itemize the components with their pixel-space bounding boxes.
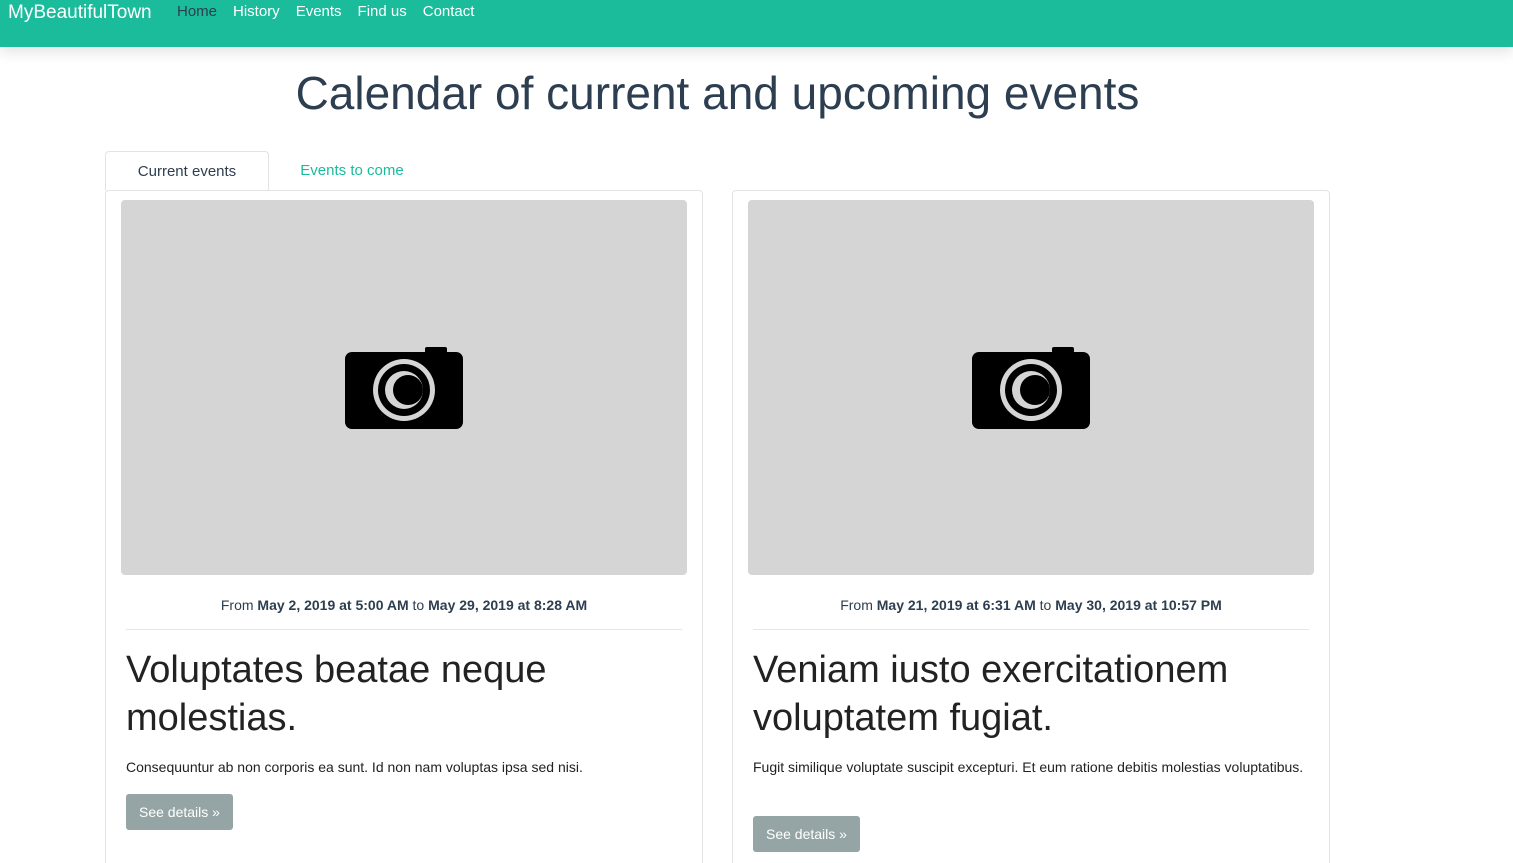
- nav-link-events[interactable]: Events: [296, 2, 342, 22]
- nav-link-history[interactable]: History: [233, 2, 280, 22]
- brand-link[interactable]: MyBeautifulTown: [8, 1, 152, 25]
- navbar: MyBeautifulTown Home History Events Find…: [0, 0, 1513, 47]
- see-details-button[interactable]: See details »: [126, 794, 233, 830]
- event-card: From May 21, 2019 at 6:31 AM to May 30, …: [732, 190, 1330, 863]
- nav-links: Home History Events Find us Contact: [177, 2, 490, 22]
- nav-link-contact[interactable]: Contact: [423, 2, 475, 22]
- start-date: May 21, 2019 at 6:31 AM: [876, 597, 1036, 613]
- from-label: From: [840, 597, 873, 613]
- event-dates: From May 2, 2019 at 5:00 AM to May 29, 2…: [126, 595, 682, 615]
- event-card: From May 2, 2019 at 5:00 AM to May 29, 2…: [105, 190, 703, 863]
- event-dates: From May 21, 2019 at 6:31 AM to May 30, …: [753, 595, 1309, 615]
- tab-events-to-come[interactable]: Events to come: [287, 151, 417, 191]
- start-date: May 2, 2019 at 5:00 AM: [257, 597, 409, 613]
- event-title: Voluptates beatae neque molestias.: [126, 649, 547, 739]
- divider: [126, 629, 682, 630]
- camera-icon: [972, 346, 1090, 429]
- to-label: to: [1039, 597, 1052, 613]
- event-image-placeholder: [121, 200, 687, 575]
- event-description: Fugit similique voluptate suscipit excep…: [753, 759, 1304, 775]
- from-label: From: [220, 597, 254, 613]
- camera-icon: [345, 346, 463, 429]
- page-title: Calendar of current and upcoming events: [295, 67, 1140, 119]
- end-date: May 29, 2019 at 8:28 AM: [428, 597, 588, 613]
- tab-current-events[interactable]: Current events: [105, 151, 269, 191]
- nav-link-find-us[interactable]: Find us: [358, 2, 407, 22]
- event-image-placeholder: [748, 200, 1314, 575]
- to-label: to: [412, 597, 425, 613]
- divider: [753, 629, 1309, 630]
- event-tabs: Current events Events to come: [105, 151, 1330, 191]
- end-date: May 30, 2019 at 10:57 PM: [1055, 597, 1222, 613]
- see-details-button[interactable]: See details »: [753, 816, 860, 852]
- nav-link-home[interactable]: Home: [177, 2, 217, 22]
- event-title: Veniam iusto exercitationem voluptatem f…: [753, 649, 1229, 739]
- event-description: Consequuntur ab non corporis ea sunt. Id…: [126, 759, 583, 775]
